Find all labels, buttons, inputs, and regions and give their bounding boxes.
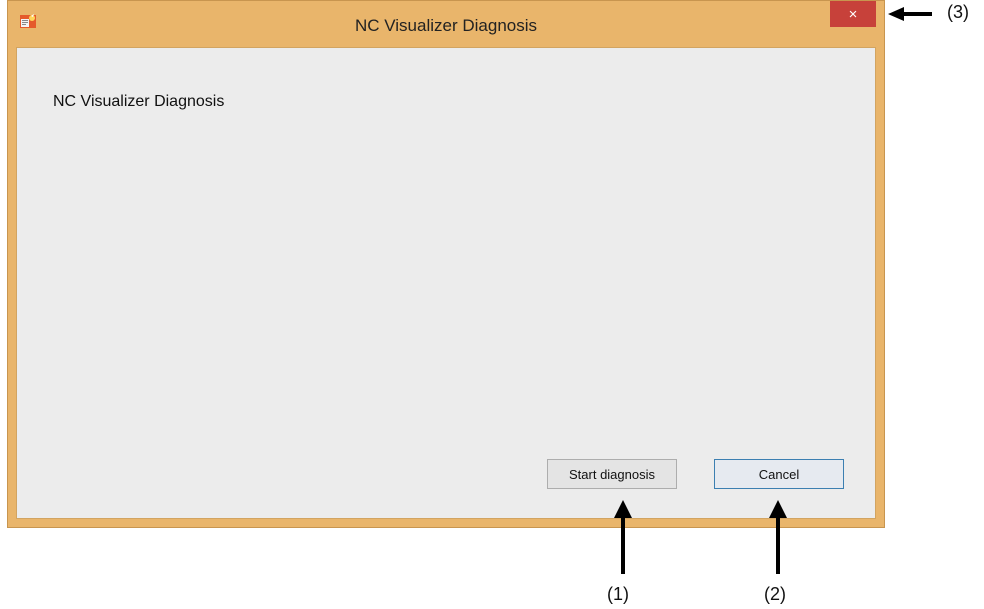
callout-3-arrow-shaft [902, 12, 932, 16]
callout-2-label: (2) [764, 584, 786, 604]
window-title: NC Visualizer Diagnosis [354, 16, 538, 35]
callout-1-label: (1) [607, 584, 629, 604]
dialog-client-area: NC Visualizer Diagnosis Start diagnosis … [16, 47, 876, 519]
close-icon: × [848, 5, 858, 23]
dialog-heading: NC Visualizer Diagnosis [53, 93, 225, 110]
start-diagnosis-button[interactable]: Start diagnosis [547, 459, 677, 489]
dialog-window: NC Visualizer Diagnosis × NC Visualizer … [7, 0, 885, 528]
close-button[interactable]: × [830, 1, 876, 27]
title-bar[interactable]: NC Visualizer Diagnosis × [8, 1, 884, 47]
screenshot-stage: NC Visualizer Diagnosis × NC Visualizer … [0, 0, 984, 609]
callout-3-label: (3) [947, 2, 969, 22]
cancel-button[interactable]: Cancel [714, 459, 844, 489]
callout-2-arrow-shaft [776, 516, 780, 574]
callout-1-arrow-shaft [621, 516, 625, 574]
